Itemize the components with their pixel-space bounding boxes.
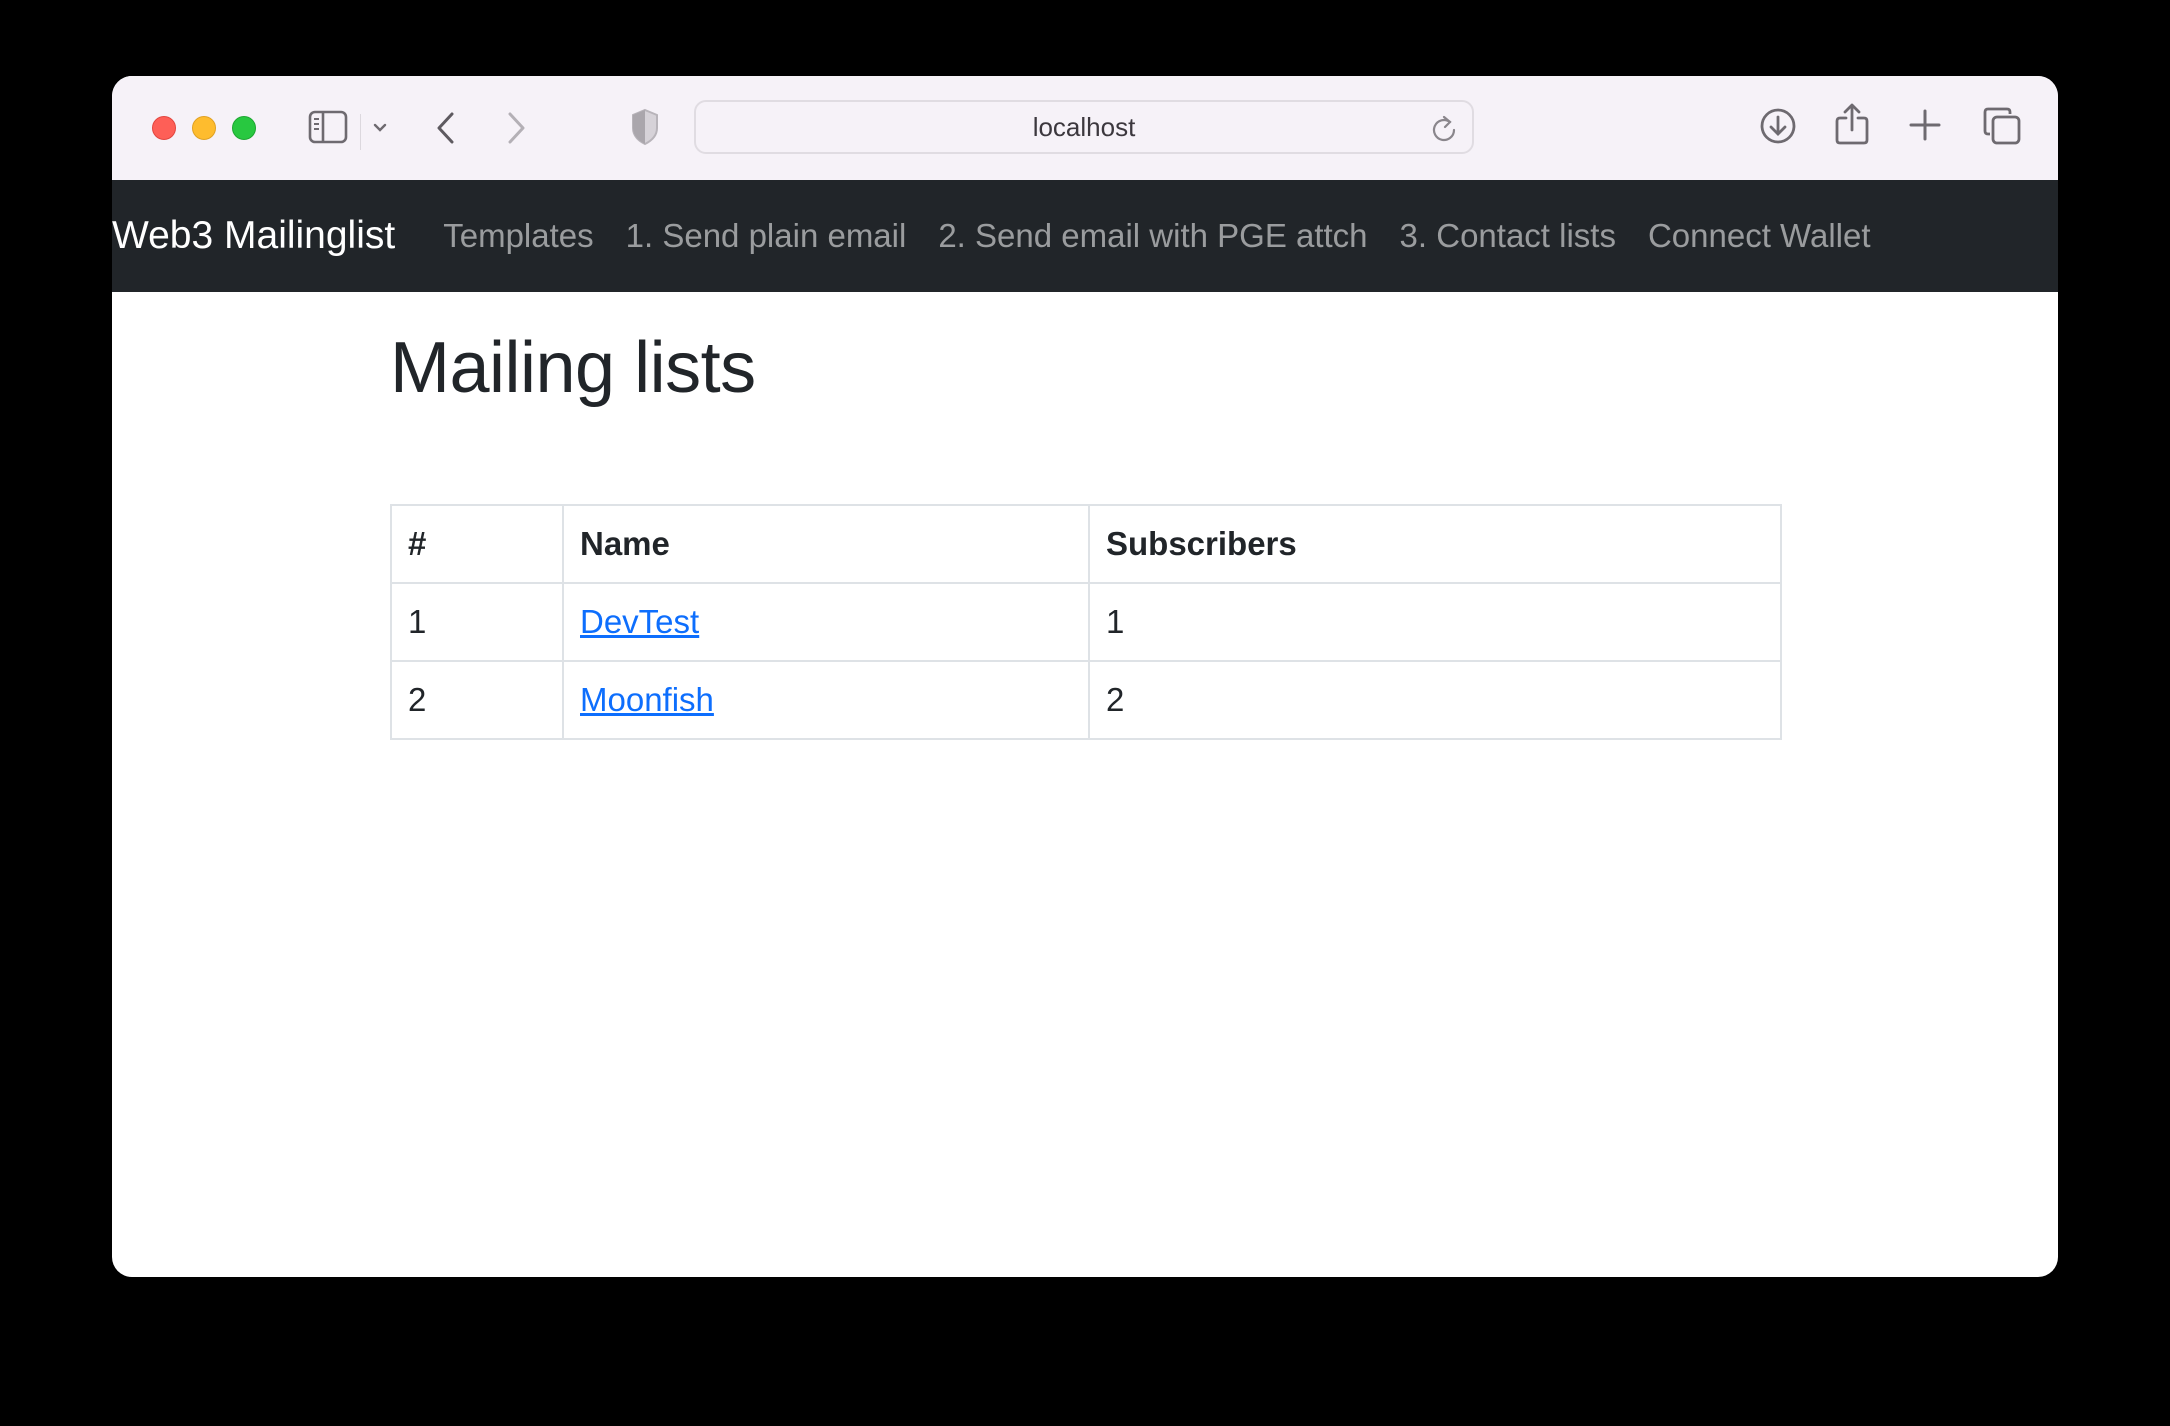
nav-link-send-plain-email[interactable]: 1. Send plain email bbox=[626, 217, 907, 255]
minimize-window-icon[interactable] bbox=[192, 116, 216, 140]
url-text[interactable]: localhost bbox=[696, 102, 1472, 152]
list-name-link[interactable]: Moonfish bbox=[580, 681, 714, 718]
close-window-icon[interactable] bbox=[152, 116, 176, 140]
page-title: Mailing lists bbox=[390, 328, 756, 408]
row-name-cell: Moonfish bbox=[562, 660, 1090, 740]
chevron-right-icon[interactable] bbox=[506, 110, 528, 146]
row-subscribers: 2 bbox=[1088, 660, 1782, 740]
share-icon[interactable] bbox=[1834, 102, 1870, 146]
table-row: 2 Moonfish 2 bbox=[390, 660, 1782, 740]
navbar: Web3 Mailinglist Templates 1. Send plain… bbox=[112, 180, 2058, 292]
sidebar-icon[interactable] bbox=[308, 110, 348, 144]
plus-icon[interactable] bbox=[1908, 108, 1942, 142]
header-name: Name bbox=[562, 504, 1090, 584]
header-number: # bbox=[390, 504, 564, 584]
table-header-row: # Name Subscribers bbox=[390, 504, 1782, 584]
navbar-brand[interactable]: Web3 Mailinglist bbox=[112, 214, 443, 258]
browser-toolbar: localhost bbox=[112, 76, 2058, 181]
list-name-link[interactable]: DevTest bbox=[580, 603, 699, 640]
chevron-left-icon[interactable] bbox=[434, 110, 456, 146]
toolbar-divider bbox=[360, 114, 361, 150]
nav-link-templates[interactable]: Templates bbox=[443, 217, 593, 255]
table-row: 1 DevTest 1 bbox=[390, 582, 1782, 662]
tab-overview-icon[interactable] bbox=[1982, 106, 2022, 146]
nav-link-connect-wallet[interactable]: Connect Wallet bbox=[1648, 217, 1871, 255]
row-subscribers: 1 bbox=[1088, 582, 1782, 662]
shield-icon[interactable] bbox=[630, 108, 660, 146]
chevron-down-icon[interactable] bbox=[372, 122, 388, 134]
maximize-window-icon[interactable] bbox=[232, 116, 256, 140]
reload-icon[interactable] bbox=[1430, 114, 1458, 149]
header-subscribers: Subscribers bbox=[1088, 504, 1782, 584]
row-number: 1 bbox=[390, 582, 564, 662]
nav-link-contact-lists[interactable]: 3. Contact lists bbox=[1400, 217, 1616, 255]
row-name-cell: DevTest bbox=[562, 582, 1090, 662]
browser-window: localhost Web3 Mailinglist Templates 1. … bbox=[112, 76, 2058, 1277]
download-icon[interactable] bbox=[1758, 106, 1798, 146]
address-bar[interactable]: localhost bbox=[694, 100, 1474, 154]
row-number: 2 bbox=[390, 660, 564, 740]
mailing-lists-table: # Name Subscribers 1 DevTest 1 2 Moonfis… bbox=[390, 504, 1782, 740]
nav-link-send-email-pge[interactable]: 2. Send email with PGE attch bbox=[938, 217, 1367, 255]
